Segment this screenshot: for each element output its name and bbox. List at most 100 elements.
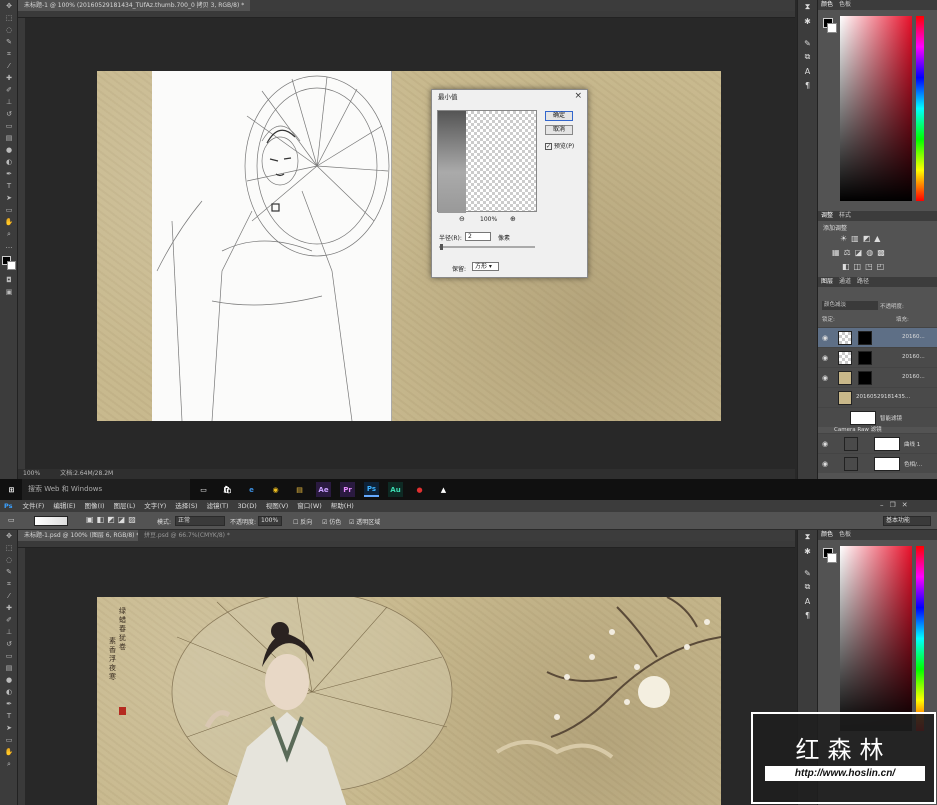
preserve-select[interactable]: 方形 ▾ bbox=[472, 262, 499, 271]
path-select-icon[interactable]: ➤ bbox=[0, 722, 18, 734]
history-brush-icon[interactable]: ↺ bbox=[0, 638, 18, 650]
zoom-tool-icon[interactable]: ⌕ bbox=[0, 758, 18, 770]
paragraph-panel-icon[interactable]: ¶ bbox=[798, 608, 817, 622]
layer-row[interactable]: ◉ 曲线 1 bbox=[818, 433, 937, 453]
menu-help[interactable]: 帮助(H) bbox=[331, 500, 354, 512]
pen-tool-icon[interactable]: ✒ bbox=[0, 168, 18, 180]
hand-tool-icon[interactable]: ✋ bbox=[0, 746, 18, 758]
history-panel-icon[interactable]: ⧗ bbox=[798, 0, 817, 14]
layer-row[interactable]: 20160529181435... bbox=[818, 387, 937, 407]
hand-tool-icon[interactable]: ✋ bbox=[0, 216, 18, 228]
background-color-swatch[interactable] bbox=[827, 553, 837, 563]
visibility-eye-icon[interactable]: ◉ bbox=[822, 354, 828, 362]
eyedropper-tool-icon[interactable]: ⁄ bbox=[0, 590, 18, 602]
chrome-icon[interactable]: ◉ bbox=[268, 482, 283, 497]
radius-slider-handle[interactable] bbox=[440, 244, 443, 250]
brush-panel-icon[interactable]: ✎ bbox=[798, 36, 817, 50]
layer-row[interactable]: ◉ 20160... bbox=[818, 367, 937, 387]
camera-raw-filter[interactable]: Camera Raw 滤镜 bbox=[834, 425, 882, 433]
adjust-icons-row-1[interactable]: ☀▥◩▲ bbox=[840, 234, 884, 243]
tab-adjustments[interactable]: 调整 bbox=[821, 211, 833, 221]
task-view-icon[interactable]: ▭ bbox=[196, 482, 211, 497]
quick-select-tool-icon[interactable]: ✎ bbox=[0, 566, 18, 578]
workspace-select[interactable]: 基本功能 bbox=[883, 516, 931, 526]
radius-slider[interactable] bbox=[439, 244, 535, 250]
tab-paths[interactable]: 路径 bbox=[857, 277, 869, 287]
opacity-input[interactable]: 100% bbox=[258, 516, 282, 526]
gradient-tool-icon[interactable]: ▤ bbox=[0, 662, 18, 674]
eraser-tool-icon[interactable]: ▭ bbox=[0, 650, 18, 662]
stamp-tool-icon[interactable]: ⊥ bbox=[0, 96, 18, 108]
brush-tool-icon[interactable]: ✐ bbox=[0, 614, 18, 626]
color-swatch-icon[interactable] bbox=[0, 252, 18, 274]
photoshop-icon[interactable]: Ps bbox=[364, 482, 379, 497]
history-brush-icon[interactable]: ↺ bbox=[0, 108, 18, 120]
dither-checkbox[interactable]: ☑ 仿色 bbox=[322, 517, 341, 526]
lasso-tool-icon[interactable]: ◌ bbox=[0, 554, 18, 566]
file-explorer-icon[interactable]: ▤ bbox=[292, 482, 307, 497]
audition-icon[interactable]: Au bbox=[388, 482, 403, 497]
color-spectrum[interactable] bbox=[840, 16, 912, 201]
search-box[interactable]: 搜索 Web 和 Windows bbox=[22, 479, 190, 500]
visibility-eye-icon[interactable]: ◉ bbox=[822, 440, 828, 448]
visibility-eye-icon[interactable]: ◉ bbox=[822, 334, 828, 342]
type-tool-icon[interactable]: T bbox=[0, 710, 18, 722]
zoom-tool-icon[interactable]: ⌕ bbox=[0, 228, 18, 240]
more-tools-icon[interactable]: … bbox=[0, 240, 18, 252]
edge-browser-icon[interactable]: e bbox=[244, 482, 259, 497]
clone-panel-icon[interactable]: ⧉ bbox=[798, 580, 817, 594]
tab-channels[interactable]: 通道 bbox=[839, 277, 851, 287]
premiere-icon[interactable]: Pr bbox=[340, 482, 355, 497]
shape-tool-icon[interactable]: ▭ bbox=[0, 734, 18, 746]
history-panel-icon[interactable]: ⧗ bbox=[798, 530, 817, 544]
menu-select[interactable]: 选择(S) bbox=[175, 500, 197, 512]
tab-color[interactable]: 颜色 bbox=[821, 530, 833, 540]
gradient-tool-icon[interactable]: ▭ bbox=[8, 516, 15, 524]
window-controls[interactable]: –❐✕ bbox=[880, 501, 914, 509]
preview-checkbox[interactable]: ✓ 预览(P) bbox=[545, 141, 574, 150]
move-tool-icon[interactable]: ✥ bbox=[0, 0, 18, 12]
filter-preview-thumbnail[interactable] bbox=[437, 110, 537, 213]
lasso-tool-icon[interactable]: ◌ bbox=[0, 24, 18, 36]
paragraph-panel-icon[interactable]: ¶ bbox=[798, 78, 817, 92]
menu-filter[interactable]: 滤镜(T) bbox=[206, 500, 228, 512]
hue-slider[interactable] bbox=[916, 16, 924, 201]
color-spectrum[interactable] bbox=[840, 546, 912, 731]
reverse-checkbox[interactable]: ☐ 反向 bbox=[293, 517, 312, 526]
brush-tool-icon[interactable]: ✐ bbox=[0, 84, 18, 96]
healing-tool-icon[interactable]: ✚ bbox=[0, 72, 18, 84]
quick-mask-icon[interactable]: ◘ bbox=[0, 274, 18, 286]
menu-view[interactable]: 视图(V) bbox=[266, 500, 289, 512]
menu-layer[interactable]: 图层(L) bbox=[114, 500, 136, 512]
store-icon[interactable]: 🛍 bbox=[220, 482, 235, 497]
quick-select-tool-icon[interactable]: ✎ bbox=[0, 36, 18, 48]
radius-input[interactable]: 2 bbox=[465, 232, 491, 241]
clone-panel-icon[interactable]: ⧉ bbox=[798, 50, 817, 64]
dodge-tool-icon[interactable]: ◐ bbox=[0, 156, 18, 168]
adjust-icons-row-2[interactable]: ▦⚖◪◍▩ bbox=[832, 248, 889, 257]
menu-window[interactable]: 窗口(W) bbox=[297, 500, 322, 512]
transparency-checkbox[interactable]: ☑ 透明区域 bbox=[349, 517, 380, 526]
document-tab-inactive[interactable]: 拼豆.psd @ 66.7%(CMYK/8) * bbox=[138, 530, 236, 541]
tab-styles[interactable]: 样式 bbox=[839, 211, 851, 221]
preview-checkbox-icon[interactable]: ✓ bbox=[545, 143, 552, 150]
marquee-tool-icon[interactable]: ⬚ bbox=[0, 542, 18, 554]
eyedropper-tool-icon[interactable]: ⁄ bbox=[0, 60, 18, 72]
adjust-panel-icon[interactable]: ✱ bbox=[798, 14, 817, 28]
recorder-icon[interactable]: ● bbox=[412, 482, 427, 497]
layer-row[interactable]: 智能滤镜 bbox=[818, 407, 937, 427]
adjust-icons-row-3[interactable]: ◧◫◳◰ bbox=[842, 262, 888, 271]
screen-mode-icon[interactable]: ▣ bbox=[0, 286, 18, 298]
zoom-out-icon[interactable]: ⊖ bbox=[459, 215, 465, 223]
layer-row[interactable]: ◉ 色相/... bbox=[818, 453, 937, 473]
move-tool-icon[interactable]: ✥ bbox=[0, 530, 18, 542]
char-panel-icon[interactable]: A bbox=[798, 64, 817, 78]
eraser-tool-icon[interactable]: ▭ bbox=[0, 120, 18, 132]
mode-select[interactable]: 正常 bbox=[175, 516, 225, 526]
gradient-type-buttons[interactable]: ▣◧◩◪▨ bbox=[86, 515, 139, 524]
menu-file[interactable]: 文件(F) bbox=[23, 500, 45, 512]
windows-start-icon[interactable]: ⊞ bbox=[4, 482, 19, 497]
brush-panel-icon[interactable]: ✎ bbox=[798, 566, 817, 580]
tab-swatches[interactable]: 色板 bbox=[839, 0, 851, 10]
tab-color[interactable]: 颜色 bbox=[821, 0, 833, 10]
